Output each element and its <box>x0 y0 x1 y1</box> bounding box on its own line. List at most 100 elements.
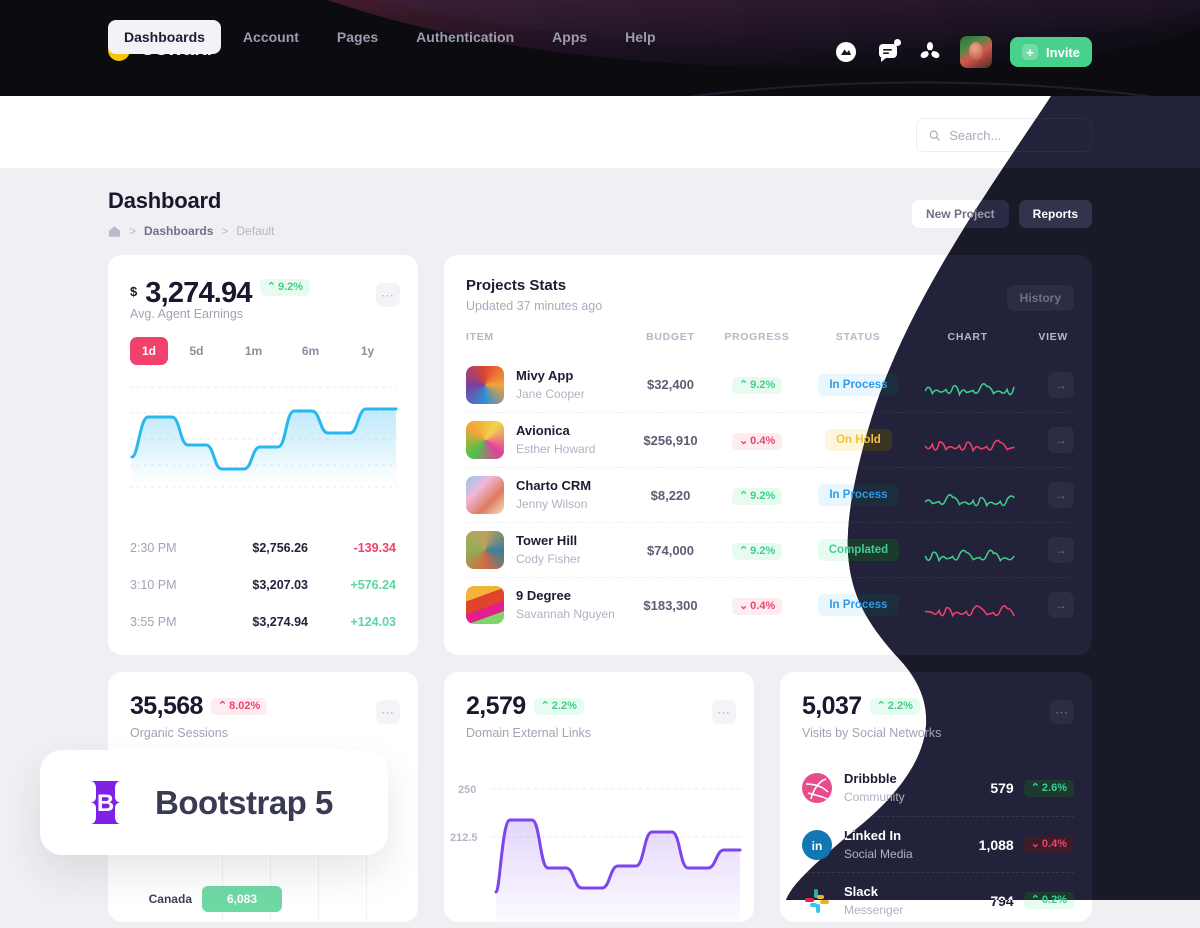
breadcrumb-sep-1: > <box>129 224 137 238</box>
range-tab-1y[interactable]: 1y <box>339 337 396 365</box>
domain-area-chart: 250 212.5 <box>444 764 754 922</box>
reports-button[interactable]: Reports <box>1019 200 1092 228</box>
transaction-row: 3:10 PM $3,207.03 +576.24 <box>130 566 396 603</box>
project-progress: ⌄0.4% <box>715 596 800 615</box>
ellipsis-icon[interactable]: ⋯ <box>376 700 400 724</box>
bootstrap-badge: B Bootstrap 5 <box>40 750 388 855</box>
range-tab-5d[interactable]: 5d <box>168 337 225 365</box>
search-icon <box>929 130 940 141</box>
earnings-area-chart <box>130 383 398 491</box>
arrow-right-icon[interactable]: → <box>1048 592 1074 618</box>
project-budget: $8,220 <box>650 487 691 503</box>
ellipsis-icon[interactable]: ⋯ <box>376 283 400 307</box>
arrow-right-icon[interactable]: → <box>1048 372 1074 398</box>
arrow-up-icon: ⌃ <box>738 544 749 557</box>
project-thumbnail <box>466 421 504 459</box>
currency-symbol: $ <box>130 284 138 299</box>
invite-button[interactable]: + Invite <box>1010 37 1092 67</box>
domain-change-badge: ⌃2.2% <box>533 698 584 715</box>
project-chart <box>917 531 1018 570</box>
nav-item-authentication[interactable]: Authentication <box>400 20 530 54</box>
plus-icon: + <box>1022 44 1039 60</box>
bar-track: 6,083 <box>202 886 404 912</box>
user-avatar[interactable] <box>960 36 993 68</box>
range-tab-1m[interactable]: 1m <box>225 337 282 365</box>
social-category: Messenger <box>844 902 904 917</box>
progress-badge: ⌃9.2% <box>731 487 783 505</box>
arrow-right-icon[interactable]: → <box>1048 427 1074 453</box>
nav-item-help[interactable]: Help <box>609 20 671 54</box>
domain-head: 2,579 ⌃2.2% <box>466 694 584 719</box>
range-tab-6m[interactable]: 6m <box>282 337 339 365</box>
domain-number: 2,579 <box>466 692 526 720</box>
social-change-value: 2.2% <box>887 700 913 712</box>
message-icon[interactable] <box>876 39 902 64</box>
earnings-label: Avg. Agent Earnings <box>130 307 244 321</box>
transaction-time: 3:55 PM <box>130 614 177 629</box>
arrow-up-icon: ⌃ <box>738 379 749 391</box>
arrow-right-icon[interactable]: → <box>1048 482 1074 508</box>
svg-text:B: B <box>97 790 114 817</box>
social-head: 5,037 ⌃2.2% <box>802 694 920 719</box>
earnings-range-tabs: 1d 5d 1m 6m 1y <box>130 337 396 365</box>
column-item: ITEM <box>466 331 494 343</box>
range-tab-1d[interactable]: 1d <box>130 337 168 365</box>
project-chart <box>917 586 1018 625</box>
domain-links-card: 2,579 ⌃2.2% Domain External Links ⋯ 250 … <box>444 672 754 922</box>
home-icon[interactable] <box>108 225 121 238</box>
bootstrap-badge-text: Bootstrap 5 <box>155 783 333 821</box>
project-budget: $256,910 <box>643 432 698 448</box>
project-chart <box>917 476 1018 515</box>
arrow-down-icon: ⌄ <box>738 599 749 612</box>
project-chart <box>917 365 1018 404</box>
organic-head: 35,568 ⌃8.02% <box>130 694 268 719</box>
social-text: Linked In Social Media <box>844 827 979 863</box>
project-text: 9 Degree Savannah Nguyen <box>516 587 615 623</box>
nav-item-pages[interactable]: Pages <box>321 20 394 54</box>
nav-item-dashboards[interactable]: Dashboards <box>108 20 221 54</box>
column-budget: BUDGET <box>646 331 695 343</box>
arrow-right-icon[interactable]: → <box>1048 537 1074 563</box>
project-thumbnail <box>466 365 504 404</box>
project-thumbnail <box>466 531 504 569</box>
transaction-time: 3:10 PM <box>130 577 177 592</box>
bar-label: Canada <box>148 892 192 906</box>
nav-item-account[interactable]: Account <box>227 20 315 54</box>
project-text: Mivy App Jane Cooper <box>516 367 585 403</box>
earnings-card: $ 3,274.94 ⌃9.2% Avg. Agent Earnings ⋯ 1… <box>108 255 418 655</box>
project-view: → <box>1019 592 1074 618</box>
svg-text:in: in <box>812 839 823 853</box>
transaction-row: 3:55 PM $3,274.94 +124.03 <box>130 603 396 640</box>
project-text: Charto CRM Jenny Wilson <box>516 477 591 513</box>
social-change-badge: ⌃2.6% <box>1024 780 1074 797</box>
bar-value: 6,083 <box>202 886 282 912</box>
project-view: → <box>1019 482 1074 508</box>
history-button[interactable]: History <box>1007 285 1074 311</box>
dribbble-icon <box>802 773 832 803</box>
project-name: Charto CRM <box>516 478 592 493</box>
earnings-amount: 3,274.94 <box>145 277 252 309</box>
ellipsis-icon[interactable]: ⋯ <box>712 700 736 724</box>
page-title: Dashboard <box>108 188 222 213</box>
progress-badge: ⌄0.4% <box>731 432 783 450</box>
bootstrap-icon: B <box>78 775 133 830</box>
nav-items: Dashboards Account Pages Authentication … <box>108 20 672 54</box>
project-progress: ⌃9.2% <box>715 541 800 560</box>
breadcrumb-item-dashboards[interactable]: Dashboards <box>144 224 213 238</box>
project-item: Charto CRM Jenny Wilson <box>466 476 626 514</box>
project-person: Esther Howard <box>516 442 596 456</box>
project-name: Mivy App <box>516 367 574 383</box>
social-label: Visits by Social Networks <box>802 726 942 740</box>
project-progress: ⌄0.4% <box>715 431 800 450</box>
social-change-badge: ⌄0.4% <box>1024 836 1074 853</box>
column-progress: PROGRESS <box>724 331 790 343</box>
download-icon[interactable] <box>834 40 858 64</box>
project-name: Avionica <box>516 423 570 438</box>
nav-item-apps[interactable]: Apps <box>536 20 603 54</box>
column-chart: CHART <box>947 331 988 343</box>
ellipsis-icon[interactable]: ⋯ <box>1050 700 1074 724</box>
progress-badge: ⌃9.2% <box>731 377 783 394</box>
share-icon[interactable] <box>918 40 942 64</box>
column-view: VIEW <box>1038 331 1068 343</box>
project-view: → <box>1019 372 1074 398</box>
